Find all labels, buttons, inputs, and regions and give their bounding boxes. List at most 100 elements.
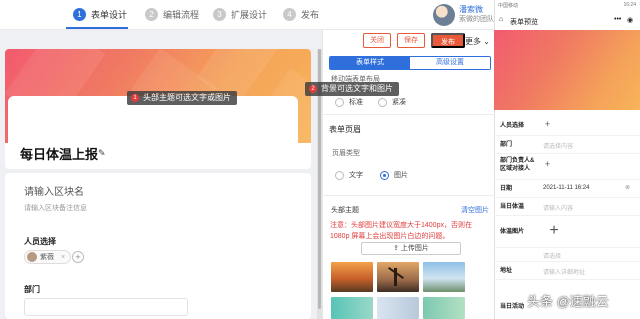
step-label: 扩展设计 — [231, 10, 268, 20]
close-icon[interactable]: × — [61, 254, 65, 261]
step-extend-design[interactable]: 3 扩展设计 — [213, 8, 267, 21]
tooltip-background: 2 背景可选文字和图片 — [305, 82, 399, 96]
clock-text: 16:24 — [623, 2, 636, 8]
person-select-label: 人员选择 — [24, 237, 56, 246]
clear-image-link[interactable]: 清空图片 — [461, 205, 489, 215]
preview-label: 人员选择 — [500, 123, 525, 129]
close-target-icon[interactable]: ◉ — [627, 16, 633, 24]
step-label: 发布 — [301, 10, 320, 20]
department-label: 部门 — [24, 285, 40, 294]
theme-thumbnail-light[interactable] — [377, 297, 419, 319]
step-number: 1 — [73, 8, 86, 21]
section-desc-input[interactable]: 请输入区块备注信息 — [24, 203, 87, 213]
preview-title: 表单预览 — [510, 19, 538, 26]
divider — [322, 195, 494, 196]
department-input[interactable] — [24, 298, 188, 316]
tooltip-text: 背景可选文字和图片 — [321, 84, 393, 93]
section-block-card[interactable] — [5, 173, 311, 230]
upload-icon: ⇪ — [393, 245, 401, 252]
divider — [322, 114, 494, 115]
carrier-text: 中国移动 — [498, 3, 519, 9]
preview-row-dept-head: 部门负责人&区域对接人 + — [494, 154, 640, 180]
radio-type-text[interactable]: 文字 — [335, 170, 363, 180]
tooltip-text: 头部主题可选文字或图片 — [143, 93, 231, 102]
step-number: 3 — [213, 8, 226, 21]
radio-label: 文字 — [349, 172, 363, 179]
user-name: 潘索微 — [459, 5, 483, 14]
radio-ring — [335, 97, 344, 107]
panel-tabs: 表单样式 高级设置 — [329, 56, 491, 70]
theme-thumbnail-windmill[interactable] — [377, 262, 419, 292]
theme-thumbnail-green[interactable] — [423, 297, 465, 319]
preview-value[interactable]: 2021-11-11 16:24 — [543, 185, 589, 191]
preview-value[interactable]: 请输入内容 — [543, 203, 573, 212]
preview-row-temperature: 当日体温 请输入内容 — [494, 198, 640, 216]
step-form-design[interactable]: 1 表单设计 — [73, 8, 127, 21]
theme-thumbnail-teal[interactable] — [331, 297, 373, 319]
preview-value[interactable]: 请选择内容 — [543, 141, 573, 150]
preview-label: 当日体温 — [500, 204, 525, 210]
preview-row-person: 人员选择 + — [494, 116, 640, 136]
home-icon[interactable]: ⌂ — [499, 16, 503, 23]
tooltip-header-theme: 1 头部主题可选文字或图片 — [127, 91, 237, 105]
upload-warning: 注意：头部图片建议宽度大于1400px，否则在 1080p 屏幕上会出现图片白边… — [330, 222, 472, 240]
phone-status-bar: 中国移动 16:24 — [494, 0, 640, 9]
preview-label: 体温图片 — [500, 229, 525, 235]
tip-number: 1 — [131, 94, 139, 102]
header-type-label: 页眉类型 — [332, 150, 360, 157]
preview-label: 当日活动 — [500, 304, 525, 310]
publish-button[interactable]: 发布 — [431, 33, 465, 48]
preview-label: 部门负责人&区域对接人 — [500, 158, 535, 172]
radio-layout-compact[interactable]: 紧凑 — [378, 97, 406, 107]
save-button[interactable]: 保存 — [397, 33, 425, 48]
more-menu[interactable]: 更多 ⌄ — [465, 36, 490, 47]
clear-icon[interactable]: ⊗ — [625, 184, 630, 191]
step-label: 编辑流程 — [163, 10, 200, 20]
preview-row-address: 地址 请输入详细地址 — [494, 262, 640, 280]
preview-value[interactable]: 请选择 — [543, 251, 561, 260]
preview-row-department: 部门 请选择内容 — [494, 136, 640, 154]
user-menu[interactable]: 潘索微 索微的团队 — [433, 4, 494, 26]
step-label: 表单设计 — [91, 10, 128, 20]
step-publish[interactable]: 4 发布 — [283, 8, 319, 21]
radio-label: 标准 — [349, 99, 363, 106]
preview-titlebar: ⌂ 表单预览 ••• ◉ — [494, 13, 640, 29]
add-person-button[interactable]: + — [72, 251, 84, 263]
theme-thumbnail-tulips[interactable] — [423, 262, 465, 292]
preview-value[interactable]: 请输入详细地址 — [543, 267, 585, 276]
preview-label: 部门 — [500, 142, 513, 148]
radio-type-image[interactable]: 图片 — [380, 170, 408, 180]
tip-number: 2 — [309, 85, 317, 93]
more-dots-icon[interactable]: ••• — [614, 16, 621, 23]
radio-layout-standard[interactable]: 标准 — [335, 97, 363, 107]
tab-form-style[interactable]: 表单样式 — [330, 57, 410, 69]
avatar — [433, 4, 455, 26]
radio-label: 图片 — [394, 172, 408, 179]
add-icon[interactable]: + — [543, 120, 552, 129]
radio-label: 紧凑 — [392, 99, 406, 106]
active-step-indicator — [66, 27, 128, 29]
preview-label: 日期 — [500, 186, 513, 192]
edit-pencil-icon[interactable]: ✎ — [98, 148, 106, 159]
avatar — [27, 252, 37, 262]
radio-ring — [335, 170, 344, 180]
person-chip[interactable]: 紫薇 × — [24, 250, 72, 264]
theme-thumbnail-sunset[interactable] — [331, 262, 373, 292]
close-button[interactable]: 关闭 — [363, 33, 391, 48]
form-title[interactable]: 每日体温上报 — [20, 144, 98, 163]
header-section-title: 表单页眉 — [329, 125, 361, 134]
radio-ring — [378, 97, 387, 107]
preview-row-select: 请选择 — [494, 248, 640, 262]
upload-label: 上传图片 — [400, 245, 429, 252]
step-edit-flow[interactable]: 2 编辑流程 — [145, 8, 199, 21]
preview-row-date: 日期 2021-11-11 16:24 ⊗ — [494, 180, 640, 198]
radio-ring — [380, 170, 389, 180]
tab-advanced[interactable]: 高级设置 — [410, 57, 490, 69]
add-icon[interactable]: + — [543, 160, 552, 169]
preview-row-temp-image: 体温图片 + — [494, 216, 640, 248]
upload-image-button[interactable]: ⇪ 上传图片 — [361, 242, 461, 255]
add-image-icon[interactable]: + — [547, 223, 561, 239]
preview-header-image — [494, 30, 640, 110]
section-title-input[interactable]: 请输入区块名 — [24, 183, 84, 198]
person-chip-name: 紫薇 — [40, 254, 54, 261]
